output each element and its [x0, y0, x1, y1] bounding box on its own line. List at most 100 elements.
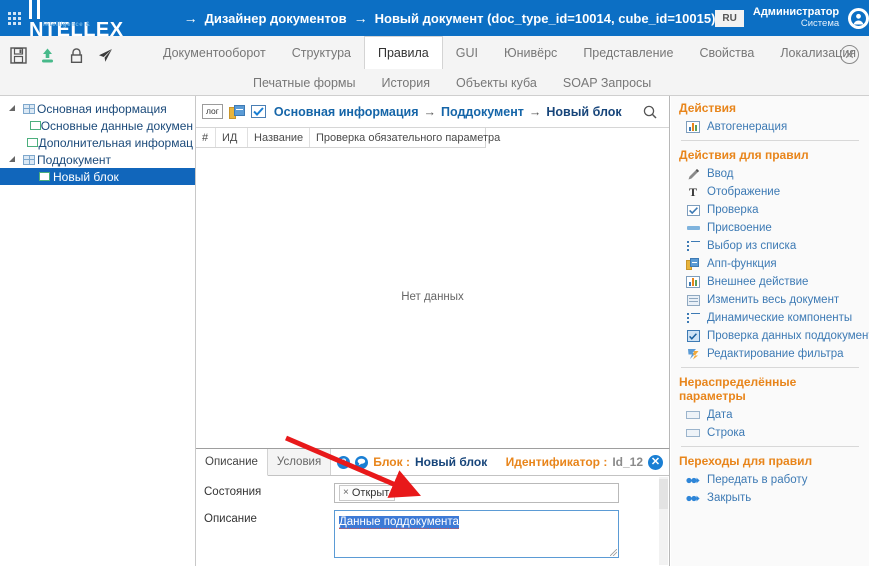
state-tag[interactable]: × Открыт	[339, 485, 396, 501]
log-button[interactable]: лог	[202, 104, 223, 119]
tree-node-label: Основные данные докумен	[40, 118, 193, 133]
square-green-icon	[36, 172, 53, 181]
center-breadcrumb-item-1[interactable]: Поддокумент	[441, 105, 524, 119]
palette-item-0-0[interactable]: Автогенерация	[671, 118, 869, 136]
square-green-icon	[29, 121, 41, 130]
tab-conditions[interactable]: Условия	[267, 449, 332, 475]
search-icon[interactable]	[637, 105, 663, 119]
tag-label: Открыт	[351, 487, 390, 499]
upload-icon[interactable]	[37, 45, 57, 65]
column-header-3[interactable]: Проверка обязательного параметра	[310, 128, 500, 147]
column-header-2[interactable]: Название	[248, 128, 310, 147]
tree-node-3[interactable]: Поддокумент	[0, 151, 195, 168]
tree-caret-icon[interactable]	[6, 104, 20, 113]
top-header-bar: NTELLEX intelligence & experience → Диза…	[0, 0, 869, 48]
avatar-icon[interactable]	[848, 7, 869, 29]
menu-item-6[interactable]: Свойства	[686, 36, 767, 69]
menu-item-4[interactable]: Юнивёрс	[491, 36, 570, 69]
palette-item-label: Проверка	[707, 204, 759, 216]
tree-node-0[interactable]: Основная информация	[0, 100, 195, 117]
tree-node-label: Новый блок	[53, 169, 119, 184]
palette-item-1-3[interactable]: Присвоение	[671, 219, 869, 237]
palette-item-1-10[interactable]: Редактирование фильтра	[671, 345, 869, 363]
palette-item-3-1[interactable]: Закрыть	[671, 489, 869, 507]
column-header-1[interactable]: ИД	[216, 128, 248, 147]
checkbox-icon	[685, 203, 701, 217]
palette-item-1-1[interactable]: T Отображение	[671, 183, 869, 201]
tree-caret-icon[interactable]	[6, 155, 20, 164]
breadcrumb-arrow-1: →	[183, 10, 198, 26]
menu-item-5[interactable]: Представление	[570, 36, 686, 69]
tree-node-label: Основная информация	[37, 101, 167, 116]
breadcrumb-arrow-2: →	[353, 10, 368, 26]
palette-separator	[681, 367, 859, 368]
palette-item-1-4[interactable]: Выбор из списка	[671, 237, 869, 255]
transition-icon	[685, 491, 701, 505]
palette-item-label: Выбор из списка	[707, 240, 797, 252]
save-icon[interactable]	[8, 45, 28, 65]
palette-item-1-6[interactable]: Внешнее действие	[671, 273, 869, 291]
field-row-description: Описание Данные поддокумента	[196, 503, 669, 558]
palette-item-1-0[interactable]: Ввод	[671, 165, 869, 183]
palette-item-1-7[interactable]: Изменить весь документ	[671, 291, 869, 309]
palette-section-title-1: Действия для правил	[679, 148, 809, 162]
palette-item-2-0[interactable]: Дата	[671, 406, 869, 424]
rules-table-header: # ИД Название Проверка обязательного параме…	[196, 128, 500, 148]
validation-checkbox-icon[interactable]	[250, 105, 266, 118]
states-multiselect[interactable]: × Открыт	[334, 483, 619, 503]
menu-item-3[interactable]: GUI	[443, 36, 491, 69]
breadcrumb-designer-link[interactable]: Дизайнер документов	[205, 11, 347, 26]
palette-item-3-0[interactable]: Передать в работу	[671, 471, 869, 489]
palette-item-label: Дата	[707, 409, 733, 421]
identifier-label: Идентификатор :	[505, 455, 608, 469]
center-breadcrumb-item-0[interactable]: Основная информация	[274, 105, 419, 119]
column-header-0[interactable]: #	[196, 128, 216, 147]
language-button[interactable]: RU	[715, 9, 744, 27]
comment-icon[interactable]	[355, 455, 369, 469]
send-icon[interactable]	[95, 45, 115, 65]
menu-item-0[interactable]: Документооборот	[150, 36, 279, 69]
grid-icon	[20, 103, 37, 114]
resize-grip-icon[interactable]	[610, 549, 617, 556]
app-root: NTELLEX intelligence & experience → Диза…	[0, 0, 869, 566]
close-document-icon[interactable]: ✕	[840, 45, 859, 64]
palette-item-label: Редактирование фильтра	[707, 348, 844, 360]
app-function-icon[interactable]	[228, 104, 245, 119]
palette-item-1-9[interactable]: Проверка данных поддокумента	[671, 327, 869, 345]
submenu-item-2[interactable]: Объекты куба	[443, 76, 550, 90]
transition-icon	[685, 473, 701, 487]
structure-tree-panel: Основная информация Основные данные докум…	[0, 96, 196, 566]
close-panel-icon[interactable]: ✕	[648, 454, 663, 470]
tree-node-4[interactable]: Новый блок	[0, 168, 195, 185]
palette-item-2-1[interactable]: Строка	[671, 424, 869, 442]
palette-item-1-2[interactable]: Проверка	[671, 201, 869, 219]
properties-scrollbar-thumb[interactable]	[659, 479, 668, 509]
submenu-item-0[interactable]: Печатные формы	[240, 76, 369, 90]
tree-node-2[interactable]: Дополнительная информац	[0, 134, 195, 151]
menu-item-2[interactable]: Правила	[364, 36, 443, 69]
lock-icon[interactable]	[66, 45, 86, 65]
tag-remove-icon[interactable]: ×	[343, 487, 349, 499]
submenu-item-1[interactable]: История	[369, 76, 443, 90]
center-breadcrumb-arrow-1: →	[528, 104, 542, 119]
submenu-item-3[interactable]: SOAP Запросы	[550, 76, 664, 90]
menu-item-1[interactable]: Структура	[279, 36, 364, 69]
menu-row-secondary: Печатные формы История Объекты куба SOAP За…	[240, 70, 664, 96]
apps-grid-icon[interactable]	[8, 11, 21, 25]
check-document-icon	[685, 329, 701, 343]
user-info[interactable]: Администратор Система	[753, 6, 839, 30]
field-icon	[685, 426, 701, 440]
palette-separator	[681, 446, 859, 447]
block-label: Блок :	[373, 455, 410, 469]
palette-item-label: Внешнее действие	[707, 276, 809, 288]
tab-description[interactable]: Описание	[196, 449, 268, 476]
palette-item-1-8[interactable]: Динамические компоненты	[671, 309, 869, 327]
field-row-states: Состояния × Открыт	[196, 476, 669, 503]
brand-logo[interactable]: NTELLEX intelligence & experience	[27, 0, 124, 48]
description-textarea[interactable]: Данные поддокумента	[334, 510, 619, 558]
help-icon[interactable]: ?	[337, 455, 351, 469]
palette-section-title-0: Действия	[679, 101, 737, 115]
description-value: Данные поддокумента	[339, 516, 459, 529]
tree-node-1[interactable]: Основные данные докумен	[0, 117, 195, 134]
palette-item-1-5[interactable]: Апп-функция	[671, 255, 869, 273]
